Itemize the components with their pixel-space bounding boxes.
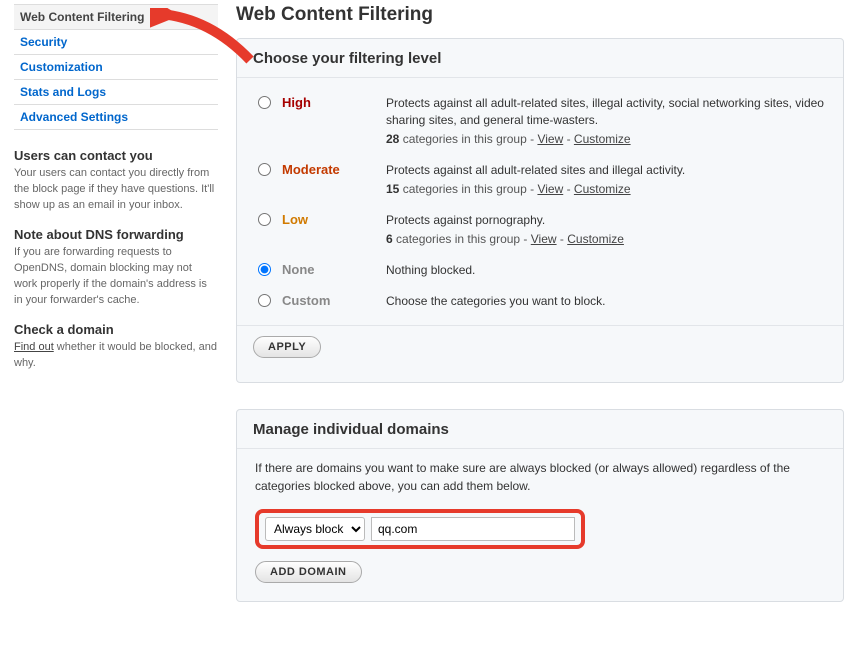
level-row-custom: CustomChoose the categories you want to … [253, 286, 827, 317]
level-row-moderate: ModerateProtects against all adult-relat… [253, 155, 827, 205]
level-radio-none[interactable] [258, 263, 271, 276]
sidebar-heading-check: Check a domain [14, 322, 218, 337]
add-domain-button[interactable]: ADD DOMAIN [255, 561, 362, 583]
nav-item-stats-and-logs[interactable]: Stats and Logs [14, 80, 218, 105]
domain-mode-select[interactable]: Always blockNever block [265, 517, 365, 541]
customize-link-high[interactable]: Customize [574, 132, 631, 146]
level-desc-custom: Choose the categories you want to block. [386, 293, 827, 310]
level-row-high: HighProtects against all adult-related s… [253, 88, 827, 155]
level-row-none: NoneNothing blocked. [253, 255, 827, 286]
level-radio-moderate[interactable] [258, 163, 271, 176]
customize-link-moderate[interactable]: Customize [574, 182, 631, 196]
level-label-high: High [274, 95, 386, 110]
nav-item-advanced-settings[interactable]: Advanced Settings [14, 105, 218, 130]
level-label-custom: Custom [274, 293, 386, 308]
level-desc-moderate: Protects against all adult-related sites… [386, 162, 827, 198]
level-desc-high: Protects against all adult-related sites… [386, 95, 827, 148]
apply-button[interactable]: APPLY [253, 336, 321, 358]
level-label-moderate: Moderate [274, 162, 386, 177]
nav-item-web-content-filtering[interactable]: Web Content Filtering [14, 4, 218, 30]
domain-input[interactable] [371, 517, 575, 541]
view-link-moderate[interactable]: View [537, 182, 563, 196]
filtering-level-panel: Choose your filtering level HighProtects… [236, 38, 844, 383]
view-link-low[interactable]: View [531, 232, 557, 246]
level-row-low: LowProtects against pornography.6 catego… [253, 205, 827, 255]
manage-domains-intro: If there are domains you want to make su… [255, 459, 825, 495]
sidebar-heading-contact: Users can contact you [14, 148, 218, 163]
highlight-box: Always blockNever block [255, 509, 585, 549]
filtering-level-heading: Choose your filtering level [237, 39, 843, 78]
nav-item-customization[interactable]: Customization [14, 55, 218, 80]
manage-domains-heading: Manage individual domains [237, 410, 843, 449]
customize-link-low[interactable]: Customize [567, 232, 624, 246]
level-desc-none: Nothing blocked. [386, 262, 827, 279]
level-radio-custom[interactable] [258, 294, 271, 307]
manage-domains-panel: Manage individual domains If there are d… [236, 409, 844, 602]
page-title: Web Content Filtering [236, 4, 844, 26]
find-out-link[interactable]: Find out [14, 341, 54, 353]
view-link-high[interactable]: View [537, 132, 563, 146]
sidebar-text-check: Find out whether it would be blocked, an… [14, 339, 218, 371]
level-radio-high[interactable] [258, 96, 271, 109]
sidebar-text-contact: Your users can contact you directly from… [14, 165, 218, 213]
sidebar-text-dns: If you are forwarding requests to OpenDN… [14, 244, 218, 308]
level-label-low: Low [274, 212, 386, 227]
nav-item-security[interactable]: Security [14, 30, 218, 55]
sidebar-heading-dns: Note about DNS forwarding [14, 227, 218, 242]
level-desc-low: Protects against pornography.6 categorie… [386, 212, 827, 248]
level-radio-low[interactable] [258, 213, 271, 226]
settings-nav: Web Content FilteringSecurityCustomizati… [14, 4, 218, 130]
level-label-none: None [274, 262, 386, 277]
